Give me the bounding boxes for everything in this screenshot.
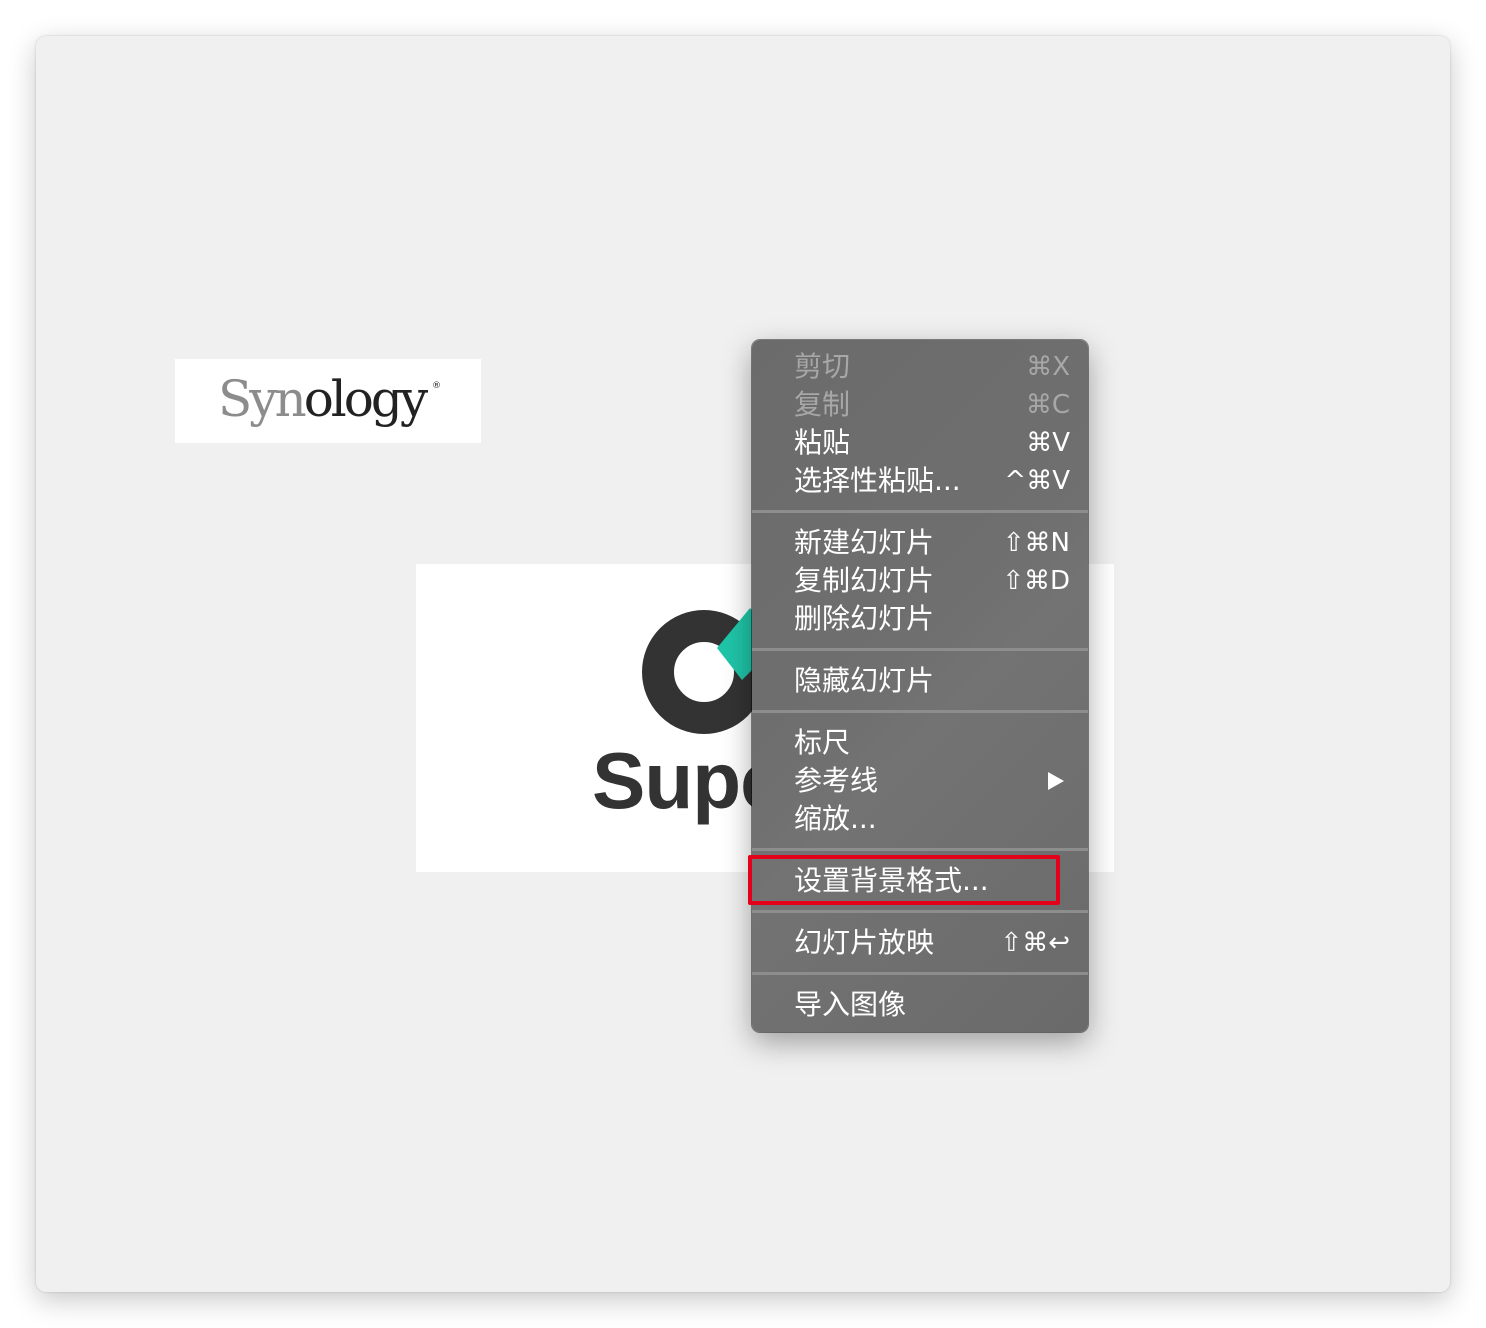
menu-separator	[752, 510, 1088, 513]
menu-item-paste-special[interactable]: 选择性粘贴... ^⌘V	[752, 462, 1088, 500]
menu-item-cut[interactable]: 剪切 ⌘X	[752, 348, 1088, 386]
menu-item-label: 剪切	[794, 350, 851, 383]
menu-item-import-image[interactable]: 导入图像	[752, 986, 1088, 1024]
context-menu[interactable]: 剪切 ⌘X 复制 ⌘C 粘贴 ⌘V 选择性粘贴... ^⌘V 新建幻灯片 ⇧⌘N…	[752, 340, 1088, 1032]
menu-item-label: 参考线	[794, 764, 879, 797]
menu-item-label: 新建幻灯片	[794, 526, 935, 559]
menu-item-slideshow[interactable]: 幻灯片放映 ⇧⌘↩	[752, 924, 1088, 962]
menu-item-shortcut: ⇧⌘D	[1002, 566, 1070, 596]
menu-item-shortcut: ⇧⌘N	[1002, 528, 1070, 558]
menu-item-zoom[interactable]: 缩放...	[752, 800, 1088, 838]
menu-separator	[752, 710, 1088, 713]
menu-item-ruler[interactable]: 标尺	[752, 724, 1088, 762]
menu-item-label: 设置背景格式...	[794, 864, 989, 897]
menu-item-copy[interactable]: 复制 ⌘C	[752, 386, 1088, 424]
menu-item-shortcut: ⌘X	[1026, 352, 1070, 382]
menu-item-new-slide[interactable]: 新建幻灯片 ⇧⌘N	[752, 524, 1088, 562]
menu-item-duplicate-slide[interactable]: 复制幻灯片 ⇧⌘D	[752, 562, 1088, 600]
registered-mark: ®	[432, 381, 441, 391]
menu-item-paste[interactable]: 粘贴 ⌘V	[752, 424, 1088, 462]
menu-item-shortcut: ⇧⌘↩	[1000, 928, 1070, 958]
menu-item-label: 导入图像	[794, 988, 907, 1021]
synology-logo-icon: Synology ®	[218, 370, 441, 428]
menu-item-label: 隐藏幻灯片	[794, 664, 935, 697]
synology-logo-syn: Syn	[218, 370, 306, 428]
submenu-arrow-icon	[1048, 772, 1064, 790]
menu-item-hide-slide[interactable]: 隐藏幻灯片	[752, 662, 1088, 700]
menu-item-guides[interactable]: 参考线	[752, 762, 1088, 800]
menu-separator	[752, 972, 1088, 975]
menu-separator	[752, 848, 1088, 851]
menu-item-label: 复制	[794, 388, 851, 421]
menu-item-label: 删除幻灯片	[794, 602, 935, 635]
menu-item-label: 复制幻灯片	[794, 564, 935, 597]
menu-item-label: 粘贴	[794, 426, 851, 459]
menu-item-delete-slide[interactable]: 删除幻灯片	[752, 600, 1088, 638]
menu-separator	[752, 648, 1088, 651]
menu-item-label: 缩放...	[794, 802, 877, 835]
menu-item-format-background[interactable]: 设置背景格式...	[752, 862, 1088, 900]
menu-item-label: 标尺	[794, 726, 851, 759]
menu-item-shortcut: ⌘C	[1025, 390, 1070, 420]
menu-item-label: 选择性粘贴...	[794, 464, 961, 497]
svg-text:Synology: Synology	[218, 370, 429, 428]
menu-item-label: 幻灯片放映	[794, 926, 935, 959]
menu-item-shortcut: ^⌘V	[1004, 466, 1070, 496]
menu-separator	[752, 910, 1088, 913]
menu-item-shortcut: ⌘V	[1026, 428, 1070, 458]
synology-logo-ology: ology	[304, 370, 429, 428]
